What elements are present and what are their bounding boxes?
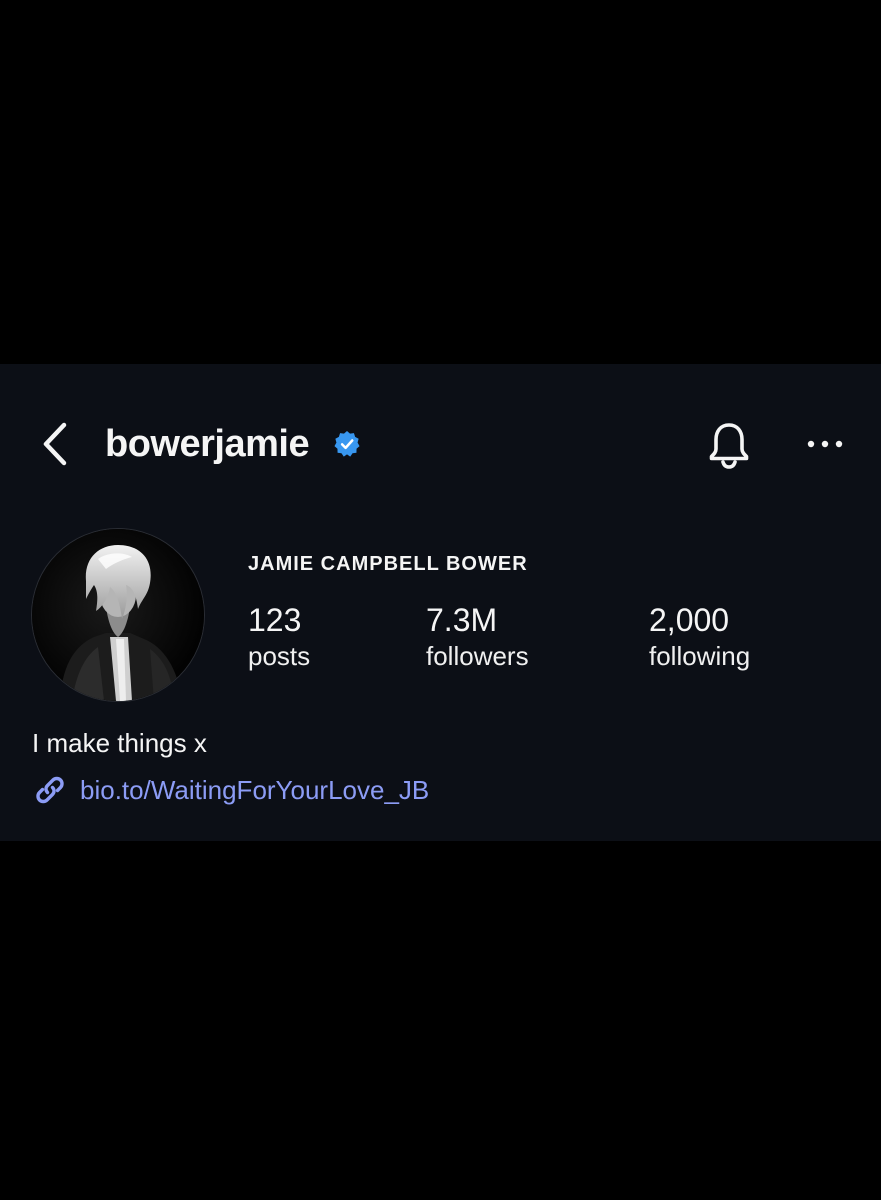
stat-posts-value: 123 <box>248 602 302 638</box>
stat-posts-label: posts <box>248 641 311 671</box>
profile-photo <box>32 529 204 701</box>
profile-bio: I make things x <box>32 728 207 758</box>
bell-icon <box>709 423 749 469</box>
profile-header: bowerjamie <box>0 364 881 524</box>
stat-followers-value: 7.3M <box>426 602 498 638</box>
more-options-button[interactable] <box>800 424 850 464</box>
notifications-button[interactable] <box>702 418 756 472</box>
profile-panel: bowerjamie JAMIE CAMPBELL BOWER 123 post… <box>0 364 881 841</box>
back-button[interactable] <box>30 416 80 472</box>
profile-link[interactable]: bio.to/WaitingForYourLove_JB <box>32 770 429 810</box>
stat-posts[interactable]: 123 posts <box>248 600 310 672</box>
verified-badge-icon <box>334 431 360 457</box>
stat-following-value: 2,000 <box>649 602 730 638</box>
stat-following[interactable]: 2,000 following <box>649 600 750 672</box>
profile-username: bowerjamie <box>105 423 310 465</box>
stat-followers-label: followers <box>426 641 529 671</box>
link-icon <box>36 776 64 804</box>
stat-followers[interactable]: 7.3M followers <box>426 600 529 672</box>
profile-avatar[interactable] <box>32 529 204 701</box>
more-horizontal-icon <box>807 440 843 448</box>
profile-full-name: JAMIE CAMPBELL BOWER <box>248 553 528 575</box>
profile-link-text: bio.to/WaitingForYourLove_JB <box>80 775 430 805</box>
chevron-left-icon <box>43 422 67 466</box>
stat-following-label: following <box>649 641 751 671</box>
